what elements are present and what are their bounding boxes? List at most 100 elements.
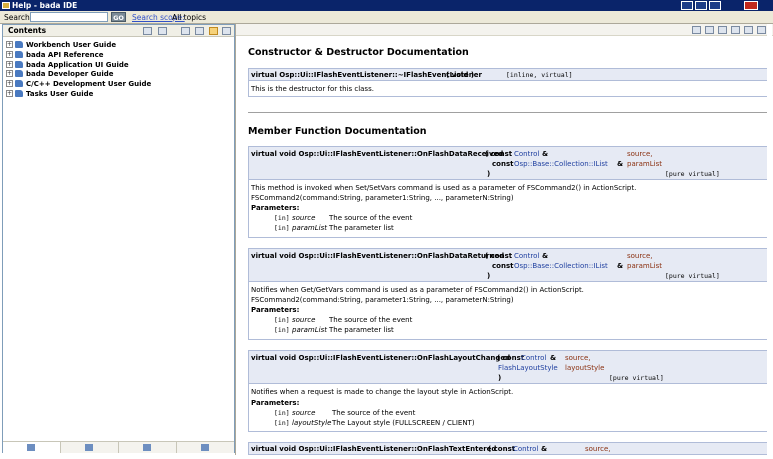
minimize-view-icon[interactable]	[222, 27, 231, 35]
function-prototype: virtual void Osp::Ui::IFlashEventListene…	[248, 442, 768, 455]
param-doc-desc: The source of the event	[329, 214, 413, 222]
function-qualifier: [pure virtual]	[665, 170, 720, 178]
param-amp: &	[541, 445, 548, 453]
search-input[interactable]	[30, 12, 108, 22]
close-icon[interactable]	[744, 1, 758, 10]
tab-search[interactable]	[119, 442, 177, 453]
contents-icon	[27, 444, 35, 451]
expand-icon[interactable]: +	[6, 89, 13, 97]
function-prototype: virtual void Osp::Ui::IFlashEventListene…	[248, 248, 768, 282]
expand-icon[interactable]: +	[6, 80, 13, 88]
function-description: This method is invoked when Set/SetVars …	[251, 184, 637, 192]
book-icon	[15, 50, 23, 58]
vertical-scrollbar[interactable]	[767, 24, 772, 455]
tree-item-api-reference[interactable]: + bada API Reference	[6, 50, 151, 60]
function-name: virtual void Osp::Ui::IFlashEventListene…	[251, 252, 505, 260]
dtor-prototype: virtual Osp::Ui::IFlashEventListener::~I…	[248, 68, 768, 81]
print-icon[interactable]	[158, 27, 167, 35]
tree-item-label: Workbench User Guide	[26, 41, 117, 49]
go-button[interactable]: GO	[111, 12, 126, 22]
book-icon	[15, 80, 23, 88]
function-prototype: virtual void Osp::Ui::IFlashEventListene…	[248, 146, 768, 180]
maximize-icon[interactable]	[695, 1, 707, 10]
expand-icon[interactable]: +	[6, 41, 13, 48]
param-doc-name: source	[292, 409, 316, 417]
search-scope-value: All topics	[172, 13, 207, 22]
print-page-icon[interactable]	[757, 26, 766, 34]
param-doc-name: paramList	[292, 224, 327, 232]
parameters-label: Parameters:	[251, 399, 300, 407]
show-in-contents-icon[interactable]	[731, 26, 740, 34]
tree-item-ui-guide[interactable]: + bada Application UI Guide	[6, 60, 151, 70]
function-description-box: This method is invoked when Set/SetVars …	[248, 180, 768, 238]
close-paren: )	[498, 374, 502, 382]
tab-index[interactable]	[61, 442, 119, 453]
expand-icon[interactable]: +	[6, 60, 13, 68]
param-name: paramList	[627, 160, 662, 168]
section-divider	[248, 112, 768, 113]
book-icon	[15, 41, 23, 48]
book-icon	[15, 70, 23, 78]
show-all-topics-icon[interactable]	[209, 27, 218, 35]
tab-bookmarks[interactable]	[177, 442, 235, 453]
tree-item-tasks-guide[interactable]: + Tasks User Guide	[6, 89, 151, 99]
param-direction: [in]	[274, 419, 290, 427]
contents-title: Contents	[8, 26, 47, 35]
view-tabs	[3, 441, 234, 453]
param-name: source,	[585, 445, 611, 453]
tree-item-cpp-guide[interactable]: + C/C++ Development User Guide	[6, 79, 151, 89]
parameters-label: Parameters:	[251, 204, 300, 212]
tree-item-developer-guide[interactable]: + bada Developer Guide	[6, 69, 151, 79]
param-doc-desc: The Layout style (FULLSCREEN / CLIENT)	[332, 419, 475, 427]
param-doc-desc: The parameter list	[329, 224, 394, 232]
search-label: Search:	[4, 13, 33, 22]
function-description: Notifies when a request is made to chang…	[251, 388, 514, 396]
tab-contents[interactable]	[3, 442, 61, 453]
back-icon[interactable]	[143, 27, 152, 35]
member-heading: Member Function Documentation	[248, 126, 427, 137]
book-icon	[15, 60, 23, 68]
param-direction: [in]	[274, 409, 290, 417]
tree-item-label: C/C++ Development User Guide	[26, 80, 152, 89]
home-icon[interactable]	[718, 26, 727, 34]
param-prefix: const	[492, 160, 514, 168]
expand-icon[interactable]: +	[6, 50, 13, 58]
param-type-link[interactable]: Control	[513, 444, 538, 455]
search-toolbar: Search: GO Search scope: All topics	[0, 11, 773, 24]
dtor-description: This is the destructor for this class.	[251, 85, 374, 93]
restore-icon[interactable]	[709, 1, 721, 10]
tree-item-label: bada API Reference	[26, 50, 104, 59]
go-back-icon[interactable]	[692, 26, 701, 34]
param-doc-desc: The source of the event	[332, 409, 416, 417]
bookmark-document-icon[interactable]	[744, 26, 753, 34]
param-type-link[interactable]: Osp::Base::Collection::IList	[514, 159, 608, 170]
link-with-contents-icon[interactable]	[181, 27, 190, 35]
param-prefix: const	[492, 262, 514, 270]
contents-pane: Contents + Workbench User Guide + bada A…	[2, 24, 235, 453]
tree-item-label: Tasks User Guide	[26, 89, 94, 98]
tree-item-label: bada Developer Guide	[26, 70, 114, 79]
expand-icon[interactable]: +	[6, 70, 13, 78]
close-paren: )	[487, 170, 491, 178]
param-type-link[interactable]: Osp::Base::Collection::IList	[514, 261, 608, 272]
bookmark-icon	[201, 444, 209, 451]
param-doc-name: source	[292, 316, 316, 324]
search-icon	[143, 444, 151, 451]
contents-header: Contents	[3, 25, 234, 37]
document-toolbar	[236, 24, 773, 36]
param-amp: &	[617, 262, 624, 270]
go-forward-icon[interactable]	[705, 26, 714, 34]
help-icon	[2, 2, 10, 9]
book-icon	[15, 89, 23, 97]
param-type-link[interactable]: FlashLayoutStyle	[498, 363, 558, 374]
function-description: Notifies when Get/GetVars command is use…	[251, 286, 584, 294]
window-title: Help - bada IDE	[12, 1, 78, 10]
minimize-icon[interactable]	[681, 1, 693, 10]
window-title-bar[interactable]: Help - bada IDE	[0, 0, 773, 11]
tree-item-workbench[interactable]: + Workbench User Guide	[6, 40, 151, 50]
param-doc-desc: The parameter list	[329, 326, 394, 334]
param-direction: [in]	[274, 214, 290, 222]
collapse-all-icon[interactable]	[195, 27, 204, 35]
dtor-args: ( void )	[446, 71, 475, 79]
param-direction: [in]	[274, 316, 290, 324]
